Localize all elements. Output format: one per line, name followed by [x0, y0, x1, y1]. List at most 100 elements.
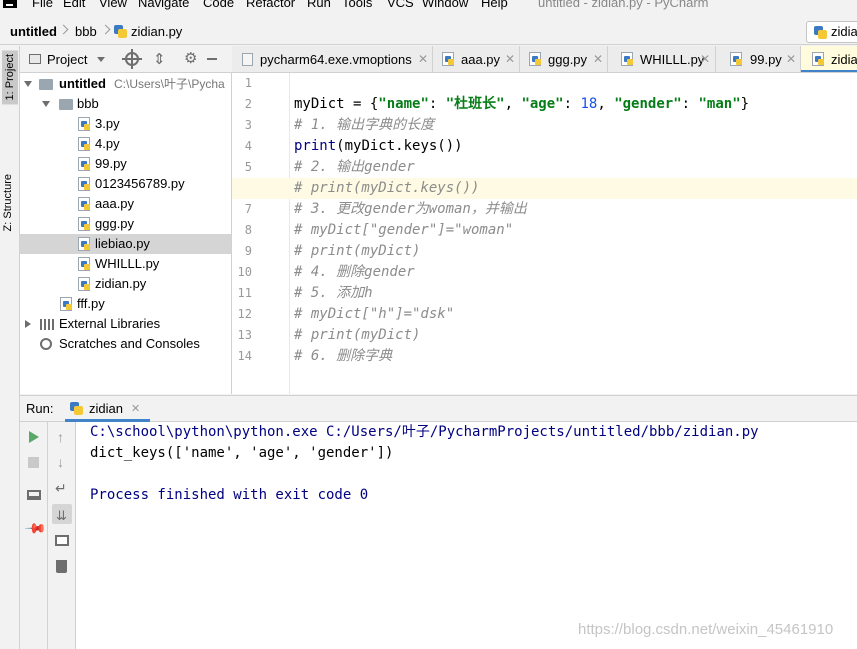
- editor-tab-bar: pycharm64.exe.vmoptions ✕ aaa.py ✕ ggg.p…: [232, 46, 857, 73]
- trash-icon[interactable]: [56, 560, 67, 573]
- chevron-down-icon[interactable]: [24, 81, 32, 87]
- close-icon[interactable]: ✕: [700, 46, 710, 72]
- tree-file-row[interactable]: WHILLL.py: [20, 254, 231, 274]
- chevron-right-icon[interactable]: [25, 320, 31, 328]
- code-string: "name": [378, 96, 429, 112]
- tree-file-row[interactable]: ggg.py: [20, 214, 231, 234]
- folder-icon: [39, 79, 53, 90]
- python-file-icon: [730, 52, 742, 66]
- tab-99[interactable]: 99.py ✕: [716, 46, 801, 72]
- close-icon[interactable]: ✕: [593, 46, 603, 72]
- line-number: 12: [237, 307, 252, 321]
- run-config-label: zidian: [831, 24, 857, 39]
- tree-scratches[interactable]: Scratches and Consoles: [20, 334, 231, 354]
- tree-file-label: zidian.py: [95, 276, 147, 291]
- tree-file-label: liebiao.py: [95, 236, 150, 251]
- menu-window[interactable]: Window: [422, 0, 468, 10]
- tab-whilll[interactable]: WHILLL.py ✕: [608, 46, 716, 72]
- code-string: "杜班长": [445, 96, 505, 112]
- print-icon[interactable]: [55, 535, 69, 546]
- close-icon[interactable]: ✕: [418, 46, 428, 72]
- code-editor[interactable]: myDict = {"name": "杜班长", "age": 18, "gen…: [294, 73, 857, 394]
- line-number: 7: [244, 202, 252, 216]
- tree-root-untitled[interactable]: untitled C:\Users\叶子\Pycha: [20, 74, 231, 94]
- left-tool-strip: 1: Project Z: Structure: [0, 46, 20, 649]
- close-icon[interactable]: ✕: [786, 46, 796, 72]
- close-icon[interactable]: ✕: [505, 46, 515, 72]
- tool-tab-structure[interactable]: Z: Structure: [2, 174, 14, 231]
- python-file-icon: [621, 52, 633, 66]
- menu-code[interactable]: Code: [203, 0, 234, 10]
- python-file-icon: [78, 257, 90, 271]
- tab-label: 99.py: [750, 52, 782, 67]
- python-file-icon: [60, 297, 72, 311]
- line-number: 11: [237, 286, 252, 300]
- tool-tab-project[interactable]: 1: Project: [2, 50, 18, 105]
- tab-vmoptions[interactable]: pycharm64.exe.vmoptions ✕: [232, 46, 433, 72]
- menu-refactor[interactable]: Refactor: [246, 0, 295, 10]
- line-number: 13: [237, 328, 252, 342]
- arrow-up-icon[interactable]: ↑: [57, 429, 64, 445]
- pycharm-logo-icon: [3, 0, 17, 8]
- tree-file-row[interactable]: aaa.py: [20, 194, 231, 214]
- code-number: 18: [580, 96, 598, 112]
- line-number: 10: [237, 265, 252, 279]
- tree-folder-bbb[interactable]: bbb: [20, 94, 231, 114]
- tree-file-row[interactable]: 99.py: [20, 154, 231, 174]
- pin-icon[interactable]: 📌: [24, 516, 48, 540]
- python-file-icon: [114, 25, 127, 38]
- chevron-right-icon: [58, 24, 69, 35]
- line-number-gutter: 1 2 3 4 5 6 7 8 9 10 11 12 13 14: [232, 73, 290, 394]
- soft-wrap-icon[interactable]: ↵: [55, 480, 67, 497]
- tree-file-label: WHILLL.py: [95, 256, 160, 271]
- tab-aaa[interactable]: aaa.py ✕: [433, 46, 520, 72]
- menu-vcs[interactable]: VCS: [387, 0, 414, 10]
- stop-icon[interactable]: [28, 457, 39, 468]
- code-token: ,: [504, 96, 522, 112]
- menu-tools[interactable]: Tools: [342, 0, 372, 10]
- tree-external-libraries[interactable]: External Libraries: [20, 314, 231, 334]
- tab-label: aaa.py: [461, 52, 501, 67]
- file-icon: [242, 53, 253, 66]
- tree-file-row[interactable]: 0123456789.py: [20, 174, 231, 194]
- console-line: C:\school\python\python.exe C:/Users/叶子/…: [90, 424, 759, 440]
- menu-help[interactable]: Help: [481, 0, 508, 10]
- tab-ggg[interactable]: ggg.py ✕: [520, 46, 608, 72]
- tab-zidian-active[interactable]: zidia: [801, 46, 857, 72]
- chevron-down-icon[interactable]: [42, 101, 50, 107]
- arrow-down-icon[interactable]: ↓: [57, 454, 64, 470]
- run-config-selector[interactable]: zidian: [806, 21, 857, 43]
- hide-panel-icon[interactable]: [207, 58, 217, 60]
- project-view-selector[interactable]: Project: [47, 52, 87, 67]
- collapse-all-icon[interactable]: ⇕: [153, 52, 166, 67]
- folder-icon: [59, 99, 73, 110]
- tab-label: ggg.py: [548, 52, 588, 67]
- line-number: 9: [244, 244, 252, 258]
- tree-file-label: ggg.py: [95, 216, 135, 231]
- menu-edit[interactable]: Edit: [63, 0, 85, 10]
- tree-file-row[interactable]: 4.py: [20, 134, 231, 154]
- tree-file-row[interactable]: 3.py: [20, 114, 231, 134]
- code-token: myDict = {: [294, 96, 379, 112]
- menu-navigate[interactable]: Navigate: [138, 0, 189, 10]
- breadcrumb-project[interactable]: untitled: [10, 24, 57, 39]
- tree-file-row-selected[interactable]: liebiao.py: [20, 234, 231, 254]
- menu-run[interactable]: Run: [307, 0, 331, 10]
- menu-file[interactable]: File: [32, 0, 53, 10]
- python-file-icon: [78, 137, 90, 151]
- breadcrumb-folder[interactable]: bbb: [75, 24, 97, 39]
- menu-view[interactable]: View: [99, 0, 127, 10]
- breadcrumb-file[interactable]: zidian.py: [131, 24, 182, 39]
- python-file-icon: [78, 117, 90, 131]
- code-comment: # 2. 输出gender: [294, 159, 415, 175]
- layout-icon[interactable]: [27, 490, 41, 500]
- gear-icon[interactable]: ⚙: [184, 51, 197, 66]
- close-icon[interactable]: ✕: [131, 402, 140, 415]
- console-output[interactable]: C:\school\python\python.exe C:/Users/叶子/…: [76, 422, 857, 649]
- tree-file-row[interactable]: zidian.py: [20, 274, 231, 294]
- scroll-to-end-glyph: ⇊: [56, 508, 67, 523]
- tree-file-row[interactable]: fff.py: [20, 294, 231, 314]
- rerun-icon[interactable]: [29, 431, 39, 443]
- chevron-down-icon[interactable]: [97, 57, 105, 62]
- run-tab-label[interactable]: zidian: [89, 401, 123, 416]
